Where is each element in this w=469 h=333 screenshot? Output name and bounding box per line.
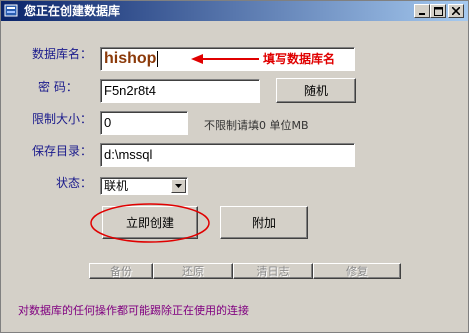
status-selected-value: 联机 [104, 179, 129, 193]
backup-label: 备份 [110, 265, 132, 278]
clear-log-label: 清日志 [256, 265, 290, 278]
database-app-icon [4, 3, 20, 19]
restore-label: 还原 [182, 265, 204, 278]
connection-warning: 对数据库的任何操作都可能踢除正在使用的连接 [18, 304, 249, 317]
backup-button[interactable]: 备份 [89, 263, 153, 279]
status-label: 状态： [56, 176, 93, 190]
maximize-icon [433, 6, 443, 16]
title-bar[interactable]: 您正在创建数据库 [1, 1, 468, 21]
maximize-button[interactable] [430, 4, 446, 18]
clear-log-button[interactable]: 清日志 [233, 263, 313, 279]
dbname-value: hishop [104, 50, 157, 67]
save-directory-input[interactable]: d:\mssql [100, 143, 355, 167]
size-limit-label: 限制大小： [32, 112, 93, 126]
minimize-button[interactable] [414, 4, 430, 18]
save-directory-value: d:\mssql [104, 147, 153, 162]
close-icon [452, 7, 460, 15]
create-database-window: 您正在创建数据库 数据库名： hishop 填写数据库名 密 码： F5n2r8… [0, 0, 469, 333]
repair-button[interactable]: 修复 [313, 263, 401, 279]
status-select[interactable]: 联机 [100, 177, 188, 195]
random-password-button[interactable]: 随机 [276, 78, 356, 103]
dbname-label: 数据库名： [32, 47, 93, 61]
save-directory-label: 保存目录： [32, 144, 93, 158]
text-caret [157, 50, 159, 67]
password-value: F5n2r8t4 [104, 83, 157, 98]
chevron-down-icon [175, 184, 182, 188]
size-limit-input[interactable]: 0 [100, 111, 188, 135]
size-limit-note: 不限制请填0 单位MB [204, 119, 309, 132]
size-limit-value: 0 [104, 115, 112, 130]
close-button[interactable] [448, 4, 464, 18]
password-label: 密 码： [38, 80, 78, 94]
password-input[interactable]: F5n2r8t4 [100, 79, 260, 103]
restore-button[interactable]: 还原 [153, 263, 233, 279]
random-button-label: 随机 [303, 84, 328, 98]
status-dropdown-button[interactable] [171, 179, 186, 193]
window-title: 您正在创建数据库 [24, 4, 121, 18]
annotation-arrow-icon [191, 54, 259, 64]
annotation-label: 填写数据库名 [263, 52, 336, 66]
attach-button[interactable]: 附加 [220, 206, 308, 239]
attach-label: 附加 [251, 216, 276, 230]
repair-label: 修复 [346, 265, 368, 278]
minimize-icon [419, 13, 425, 15]
highlight-ellipse-icon [90, 203, 210, 243]
